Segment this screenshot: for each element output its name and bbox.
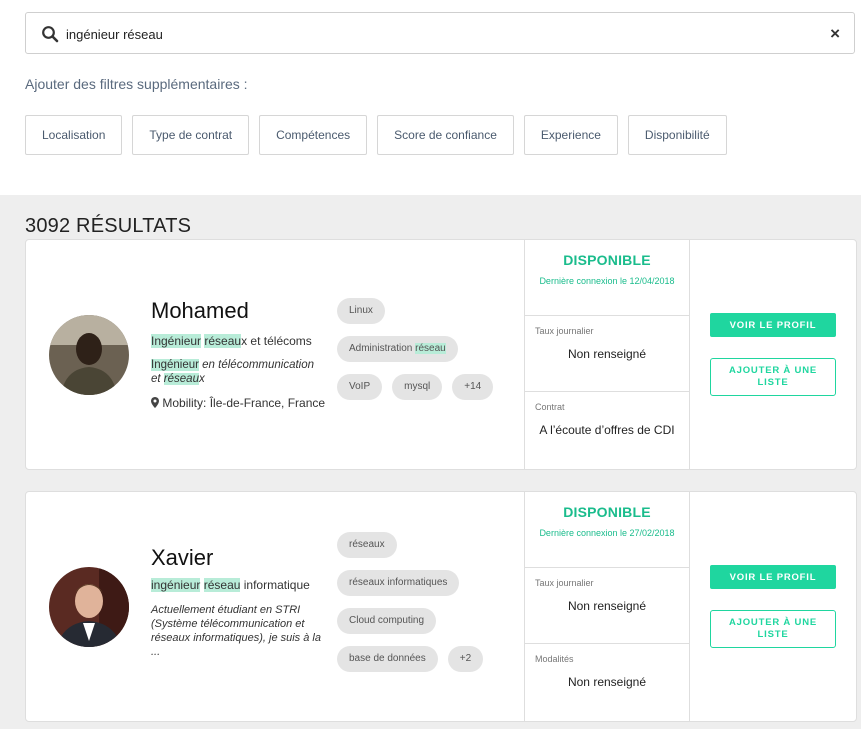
candidate-card: Mohamed Ingénieur réseaux et télécoms In… [25, 239, 857, 470]
status-badge: DISPONIBLE [563, 252, 651, 268]
results-area: 3092 RÉSULTATS Mohamed Ingénieur réseaux… [0, 195, 861, 729]
candidate-card: Xavier ingénieur réseau informatique Act… [25, 491, 857, 722]
candidate-name[interactable]: Xavier [151, 545, 213, 571]
filter-contract-type-button[interactable]: Type de contrat [132, 115, 250, 155]
skill-tags: réseaux réseaux informatiques Cloud comp… [337, 532, 512, 672]
skill-tags: Linux Administration réseau VoIP mysql +… [337, 298, 512, 400]
add-to-list-button[interactable]: AJOUTER À UNE LISTE [710, 610, 836, 648]
skill-tag[interactable]: mysql [392, 374, 443, 400]
daily-rate-block: Taux journalier Non renseigné [525, 316, 689, 392]
filter-localisation-button[interactable]: Localisation [25, 115, 123, 155]
filter-trust-score-button[interactable]: Score de confiance [377, 115, 514, 155]
filter-experience-button[interactable]: Experience [523, 115, 618, 155]
candidate-actions: VOIR LE PROFIL AJOUTER À UNE LISTE [710, 240, 836, 469]
map-marker-icon [151, 396, 159, 410]
modalities-block: Modalités Non renseigné [535, 654, 647, 689]
avatar[interactable] [49, 315, 129, 395]
availability-block: DISPONIBLE Dernière connexion le 12/04/2… [525, 240, 689, 316]
filter-availability-button[interactable]: Disponibilité [627, 115, 727, 155]
skill-tag[interactable]: réseaux informatiques [337, 570, 460, 596]
candidate-status-column: DISPONIBLE Dernière connexion le 27/02/2… [524, 492, 690, 721]
add-to-list-button[interactable]: AJOUTER À UNE LISTE [710, 358, 836, 396]
skill-tag[interactable]: VoIP [337, 374, 383, 400]
more-skills-tag[interactable]: +14 [452, 374, 494, 400]
search-icon [41, 25, 59, 43]
skill-tag[interactable]: base de données [337, 646, 438, 672]
skill-tag[interactable]: réseaux [337, 532, 397, 558]
daily-rate-block: Taux journalier Non renseigné [525, 568, 689, 644]
filter-skills-button[interactable]: Compétences [259, 115, 368, 155]
last-login: Dernière connexion le 12/04/2018 [539, 276, 675, 286]
candidate-status-column: DISPONIBLE Dernière connexion le 12/04/2… [524, 240, 690, 469]
search-input[interactable] [66, 22, 806, 46]
candidate-mobility: Mobility: Île-de-France, France [151, 396, 325, 410]
avatar[interactable] [49, 567, 129, 647]
candidate-description: Actuellement étudiant en STRI (Système t… [151, 604, 321, 658]
filters-title: Ajouter des filtres supplémentaires : [25, 76, 248, 92]
candidate-name[interactable]: Mohamed [151, 298, 249, 324]
last-login: Dernière connexion le 27/02/2018 [539, 528, 675, 538]
results-count: 3092 RÉSULTATS [25, 215, 192, 237]
close-icon[interactable]: × [830, 24, 840, 44]
view-profile-button[interactable]: VOIR LE PROFIL [710, 565, 836, 589]
view-profile-button[interactable]: VOIR LE PROFIL [710, 313, 836, 337]
candidate-description: Ingénieur en télécommunication et réseau… [151, 359, 315, 385]
candidate-actions: VOIR LE PROFIL AJOUTER À UNE LISTE [710, 492, 836, 721]
filters-bar: Localisation Type de contrat Compétences… [25, 115, 727, 155]
candidate-title: ingénieur réseau informatique [151, 578, 310, 592]
search-bar: × [25, 12, 855, 54]
candidate-title: Ingénieur réseaux et télécoms [151, 334, 312, 348]
skill-tag[interactable]: Administration réseau [337, 336, 458, 362]
availability-block: DISPONIBLE Dernière connexion le 27/02/2… [525, 492, 689, 568]
more-skills-tag[interactable]: +2 [447, 646, 484, 672]
status-badge: DISPONIBLE [563, 504, 651, 520]
skill-tag[interactable]: Cloud computing [337, 608, 437, 634]
contract-block: Contrat A l’écoute d’offres de CDI [535, 402, 675, 437]
skill-tag[interactable]: Linux [337, 298, 385, 324]
search-header: × Ajouter des filtres supplémentaires : … [0, 0, 861, 195]
